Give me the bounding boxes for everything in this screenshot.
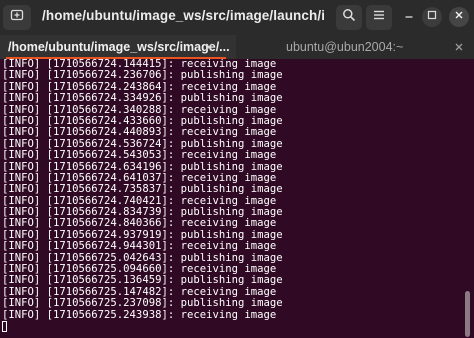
minimize-icon <box>403 8 415 26</box>
tab-label: /home/ubuntu/image_ws/src/image/... <box>8 40 230 54</box>
terminal-line: [INFO] [1710566725.237098]: publishing i… <box>2 297 283 310</box>
minimize-button[interactable] <box>399 7 419 27</box>
close-icon <box>453 8 465 26</box>
hamburger-menu-icon <box>372 8 386 27</box>
search-icon <box>342 8 356 27</box>
terminal-line: [INFO] [1710566724.334926]: publishing i… <box>2 92 283 105</box>
window-title: /home/ubuntu/image_ws/src/image/launch/i… <box>42 8 324 23</box>
search-button[interactable] <box>336 5 362 30</box>
terminal-cursor <box>2 320 7 332</box>
tab-bar: /home/ubuntu/image_ws/src/image/... ubun… <box>0 35 474 59</box>
tab-ubuntu-shell[interactable]: ubuntu@ubun2004:~ <box>236 35 474 59</box>
terminal-line: [INFO] [1710566724.543053]: receiving im… <box>2 149 277 162</box>
terminal-window: /home/ubuntu/image_ws/src/image/launch/i… <box>0 0 474 338</box>
menu-button[interactable] <box>366 5 392 30</box>
terminal-lines: [INFO] [1710566724.144415]: receiving im… <box>0 59 462 332</box>
header-bar: /home/ubuntu/image_ws/src/image/launch/i… <box>0 0 474 35</box>
terminal-line: [INFO] [1710566724.735837]: publishing i… <box>2 183 283 196</box>
terminal-line: [INFO] [1710566724.944301]: receiving im… <box>2 240 277 253</box>
new-tab-icon <box>10 8 24 27</box>
new-tab-button[interactable] <box>3 5 31 30</box>
terminal-prompt-line <box>2 320 462 332</box>
tab-close-icon[interactable] <box>202 40 216 54</box>
terminal-output[interactable]: [INFO] [1710566724.144415]: receiving im… <box>0 59 462 338</box>
maximize-icon <box>426 8 438 26</box>
terminal-scrollbar[interactable] <box>462 59 474 338</box>
tab-image-launch[interactable]: /home/ubuntu/image_ws/src/image/... <box>0 35 236 59</box>
terminal-line: [INFO] [1710566725.243938]: receiving im… <box>2 308 277 321</box>
tab-label: ubuntu@ubun2004:~ <box>286 40 404 54</box>
tab-close-icon[interactable] <box>452 40 466 54</box>
close-button[interactable] <box>449 7 469 27</box>
maximize-button[interactable] <box>422 7 442 27</box>
scrollbar-thumb[interactable] <box>465 291 470 337</box>
